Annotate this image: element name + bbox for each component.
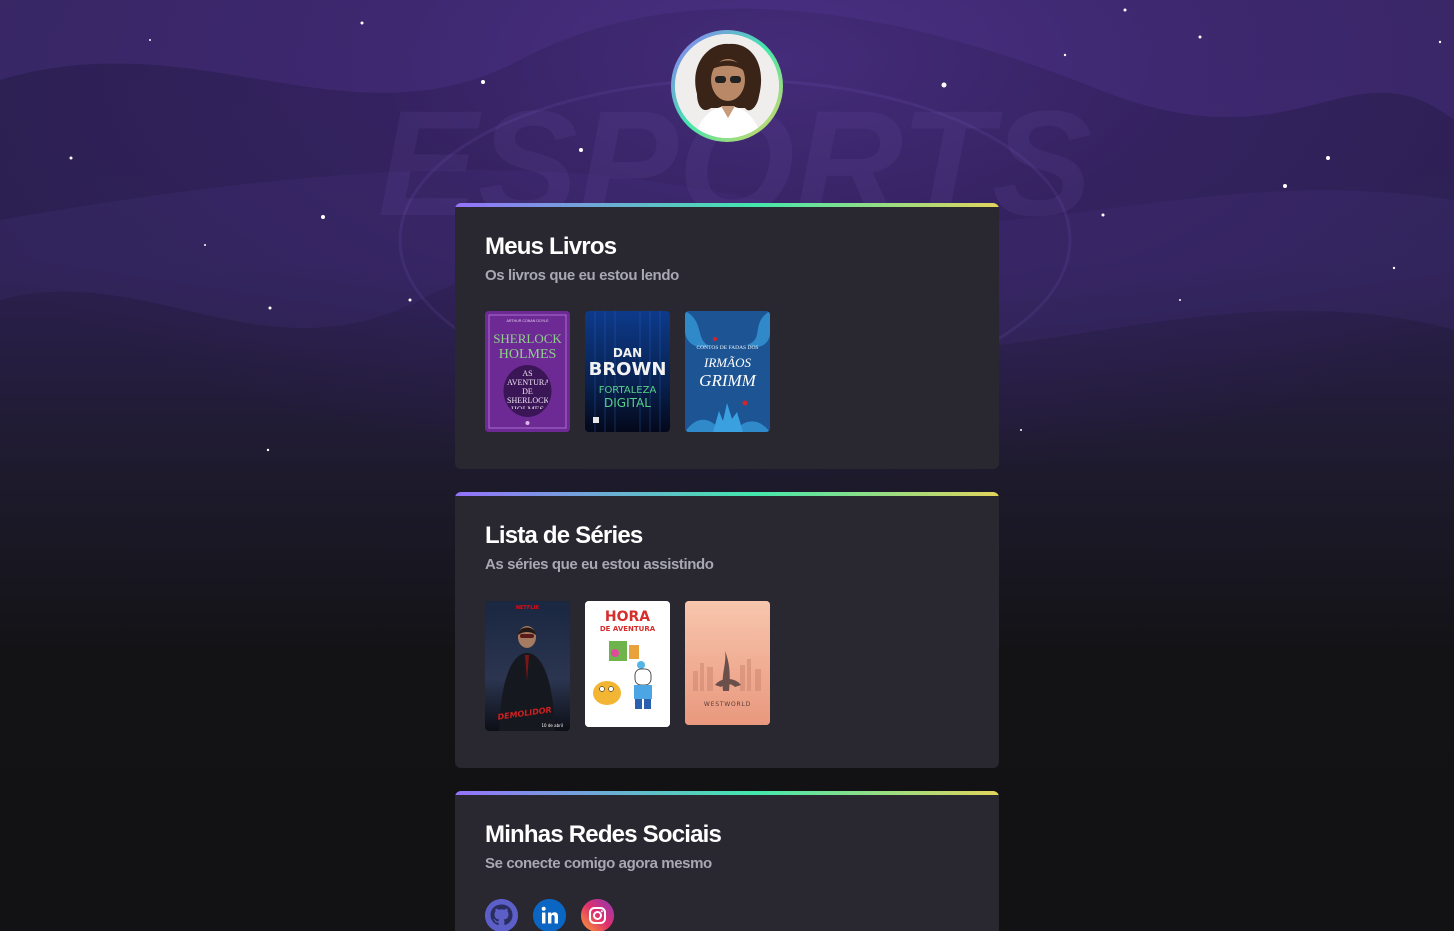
series-poster-westworld[interactable]: WESTWORLD	[685, 601, 770, 725]
books-card: Meus Livros Os livros que eu estou lendo…	[455, 203, 999, 469]
github-icon	[485, 899, 518, 931]
grimm-line-1: CONTOS DE FADAS DOS	[697, 345, 759, 351]
netflix-label: NETFLIX	[516, 605, 539, 611]
instagram-icon	[581, 899, 614, 931]
series-subtitle: As séries que eu estou assistindo	[485, 556, 714, 573]
book-cover-irmaos-grimm[interactable]: CONTOS DE FADAS DOS IRMÃOS GRIMM	[685, 311, 770, 432]
sherlock-subtitle: AS AVENTURAS DE SHERLOCK HOLMES	[507, 369, 548, 409]
sherlock-author: ARTHUR CONAN DOYLE	[506, 319, 549, 323]
westworld-title: WESTWORLD	[704, 701, 751, 708]
social-title: Minhas Redes Sociais	[485, 821, 722, 848]
avatar-photo	[675, 34, 779, 138]
grimm-line-2: IRMÃOS	[703, 355, 751, 370]
instagram-link[interactable]	[581, 899, 614, 931]
hora-title: HORA	[605, 609, 650, 625]
books-subtitle: Os livros que eu estou lendo	[485, 267, 679, 284]
dan-brown-last: BROWN	[589, 359, 667, 380]
books-title: Meus Livros	[485, 233, 617, 260]
series-poster-hora-de-aventura[interactable]: HORA DE AVENTURA	[585, 601, 670, 727]
social-card: Minhas Redes Sociais Se conecte comigo a…	[455, 791, 999, 931]
series-title: Lista de Séries	[485, 522, 643, 549]
demolidor-date: 10 de abril	[542, 723, 564, 728]
book-cover-fortaleza-digital[interactable]: DAN BROWN FORTALEZA DIGITAL	[585, 311, 670, 432]
book-cover-sherlock-holmes[interactable]: ARTHUR CONAN DOYLE SHERLOCK HOLMES AS AV…	[485, 311, 570, 432]
grimm-line-3: GRIMM	[699, 371, 756, 390]
sherlock-title-1: SHERLOCK	[493, 331, 562, 346]
social-subtitle: Se conecte comigo agora mesmo	[485, 855, 712, 872]
linkedin-link[interactable]	[533, 899, 566, 931]
aventura-title: DE AVENTURA	[600, 625, 656, 633]
series-poster-demolidor[interactable]: NETFLIX DEMOLIDOR 10 de abril	[485, 601, 570, 731]
dan-brown-first: DAN	[613, 346, 642, 360]
fortaleza-title: FORTALEZA	[599, 385, 657, 396]
series-card: Lista de Séries As séries que eu estou a…	[455, 492, 999, 768]
digital-title: DIGITAL	[604, 396, 651, 410]
github-link[interactable]	[485, 899, 518, 931]
linkedin-icon	[533, 899, 566, 931]
sherlock-title-2: HOLMES	[499, 347, 557, 362]
profile-avatar	[671, 30, 783, 142]
